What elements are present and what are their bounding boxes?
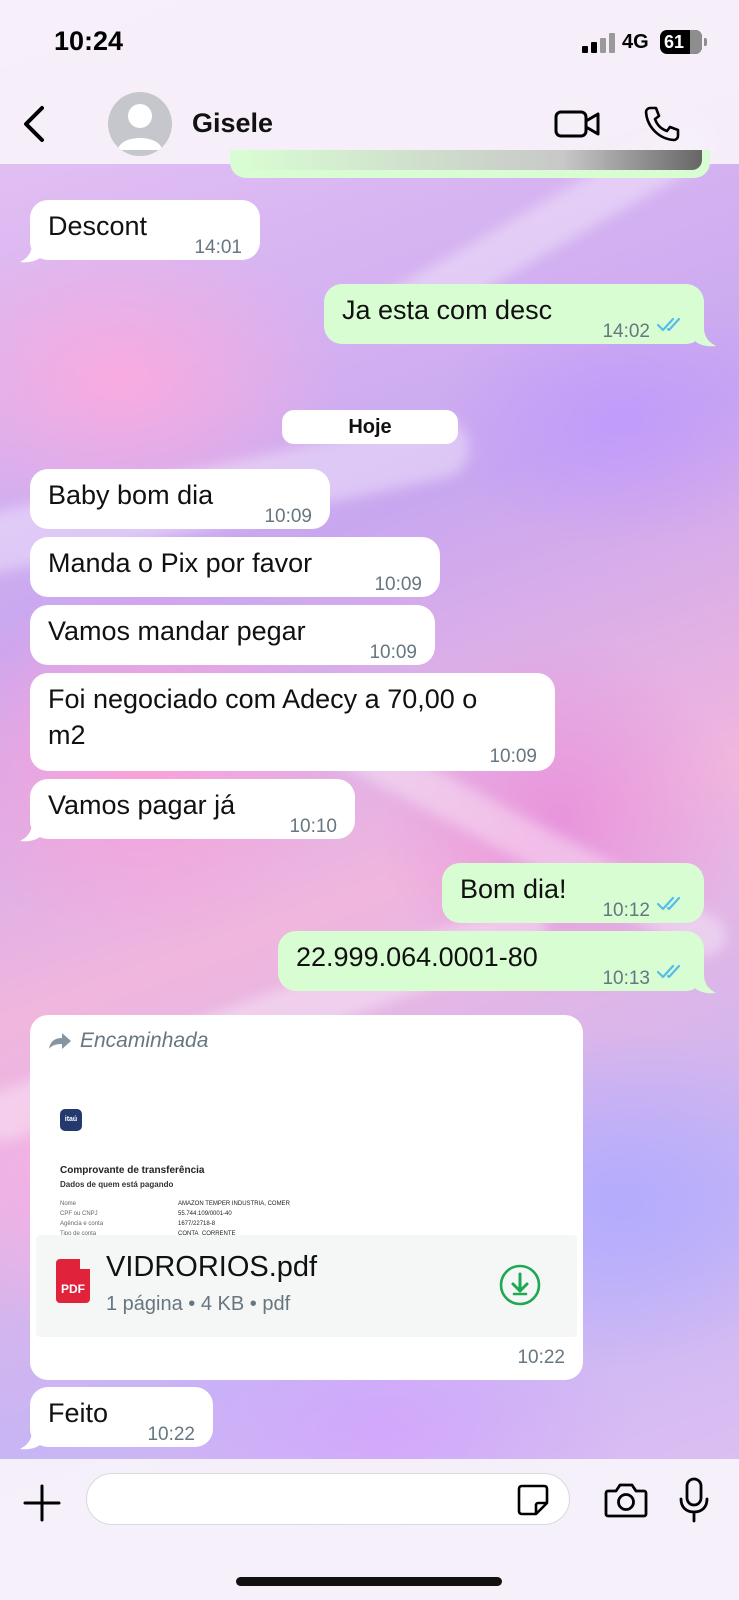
document-preview[interactable]: itaú Comprovante de transferência Dados … xyxy=(36,1069,577,1247)
message-time: 10:22 xyxy=(147,1424,195,1445)
pdf-file-icon: PDF xyxy=(56,1259,90,1303)
message-text: Vamos pagar já xyxy=(48,790,236,820)
file-meta: 1 página • 4 KB • pdf xyxy=(106,1293,291,1315)
bubble-tail xyxy=(696,328,716,347)
message-time: 10:09 xyxy=(374,574,422,595)
message-outgoing[interactable]: Bom dia! 10:12 xyxy=(442,863,704,923)
message-time: 10:12 xyxy=(602,900,650,921)
camera-button[interactable] xyxy=(604,1481,648,1519)
message-text: Bom dia! xyxy=(460,874,567,904)
message-incoming[interactable]: Feito 10:22 xyxy=(30,1387,213,1447)
network-type: 4G xyxy=(622,31,649,53)
sticker-button[interactable] xyxy=(516,1483,550,1517)
file-name: VIDRORIOS.pdf xyxy=(106,1251,318,1283)
battery-icon: 61 xyxy=(660,30,707,54)
itau-logo: itaú xyxy=(60,1109,82,1131)
preview-row: CPF ou CNPJ 55.744.109/0001-40 xyxy=(60,1211,232,1217)
message-incoming[interactable]: Baby bom dia 10:09 xyxy=(30,469,330,529)
composer-bar xyxy=(0,1459,739,1600)
forwarded-document-message[interactable]: Encaminhada itaú Comprovante de transfer… xyxy=(30,1015,583,1380)
message-outgoing[interactable]: 22.999.064.0001-80 10:13 xyxy=(278,931,704,991)
message-input[interactable] xyxy=(86,1473,570,1525)
preview-row: Nome AMAZON TEMPER INDUSTRIA, COMER xyxy=(60,1201,290,1207)
contact-avatar[interactable] xyxy=(108,92,172,156)
status-bar-time: 10:24 xyxy=(54,26,124,56)
back-button[interactable] xyxy=(18,104,54,144)
bubble-tail xyxy=(20,823,40,842)
bubble-tail xyxy=(696,975,716,994)
message-text: Manda o Pix por favor xyxy=(48,548,313,578)
phone-icon xyxy=(644,106,680,142)
preview-subtitle: Dados de quem está pagando xyxy=(60,1180,174,1189)
message-text-line: Foi negociado com Adecy a 70,00 o xyxy=(48,684,478,714)
message-text: Vamos mandar pegar xyxy=(48,616,306,646)
download-button[interactable] xyxy=(498,1263,542,1307)
message-incoming[interactable]: Manda o Pix por favor 10:09 xyxy=(30,537,440,597)
default-avatar-icon xyxy=(118,104,162,150)
microphone-icon xyxy=(679,1477,709,1523)
video-camera-icon xyxy=(554,110,600,138)
contact-name[interactable]: Gisele xyxy=(192,108,273,139)
message-text: Ja esta com desc xyxy=(342,295,553,325)
message-incoming[interactable]: Vamos mandar pegar 10:09 xyxy=(30,605,435,665)
home-indicator[interactable] xyxy=(236,1577,502,1586)
message-time: 10:22 xyxy=(517,1347,565,1368)
forward-arrow-icon xyxy=(49,1033,71,1049)
bubble-tail xyxy=(20,1431,40,1450)
message-outgoing[interactable]: Ja esta com desc 14:02 xyxy=(324,284,704,344)
file-attachment[interactable]: PDF VIDRORIOS.pdf 1 página • 4 KB • pdf xyxy=(36,1235,577,1337)
message-text: Baby bom dia xyxy=(48,480,214,510)
bubble-tail xyxy=(20,244,40,263)
message-time: 14:01 xyxy=(194,237,242,258)
message-time: 10:13 xyxy=(602,968,650,989)
message-time: 14:02 xyxy=(602,321,650,342)
download-icon xyxy=(499,1264,541,1306)
chevron-left-icon xyxy=(24,106,44,142)
chat-header: 10:24 4G 61 Gisele xyxy=(0,0,739,164)
preview-row: Agência e conta 1677/22718-8 xyxy=(60,1221,216,1227)
message-time: 10:10 xyxy=(289,816,337,837)
preview-title: Comprovante de transferência xyxy=(60,1165,205,1176)
cellular-signal-icon xyxy=(582,33,616,53)
plus-icon xyxy=(23,1484,61,1522)
day-separator: Hoje xyxy=(282,410,458,444)
microphone-button[interactable] xyxy=(678,1477,710,1523)
message-text: 22.999.064.0001-80 xyxy=(296,942,538,972)
video-call-button[interactable] xyxy=(554,106,602,142)
message-time: 10:09 xyxy=(489,746,537,767)
message-text: Feito xyxy=(48,1398,109,1428)
voice-call-button[interactable] xyxy=(642,104,682,144)
message-incoming[interactable]: Descont 14:01 xyxy=(30,200,260,260)
read-receipt-icon xyxy=(656,964,681,979)
message-text: Descont xyxy=(48,211,148,241)
read-receipt-icon xyxy=(656,317,681,332)
previous-message-partial xyxy=(230,150,710,178)
read-receipt-icon xyxy=(656,896,681,911)
message-incoming[interactable]: Foi negociado com Adecy a 70,00 o m2 10:… xyxy=(30,673,555,771)
sticker-icon xyxy=(517,1484,549,1516)
message-time: 10:09 xyxy=(264,506,312,527)
message-text-line: m2 xyxy=(48,720,86,750)
forwarded-label: Encaminhada xyxy=(48,1029,208,1053)
message-time: 10:09 xyxy=(369,642,417,663)
battery-level: 61 xyxy=(664,31,685,52)
camera-icon xyxy=(604,1483,648,1518)
attach-button[interactable] xyxy=(22,1483,62,1523)
message-incoming[interactable]: Vamos pagar já 10:10 xyxy=(30,779,355,839)
